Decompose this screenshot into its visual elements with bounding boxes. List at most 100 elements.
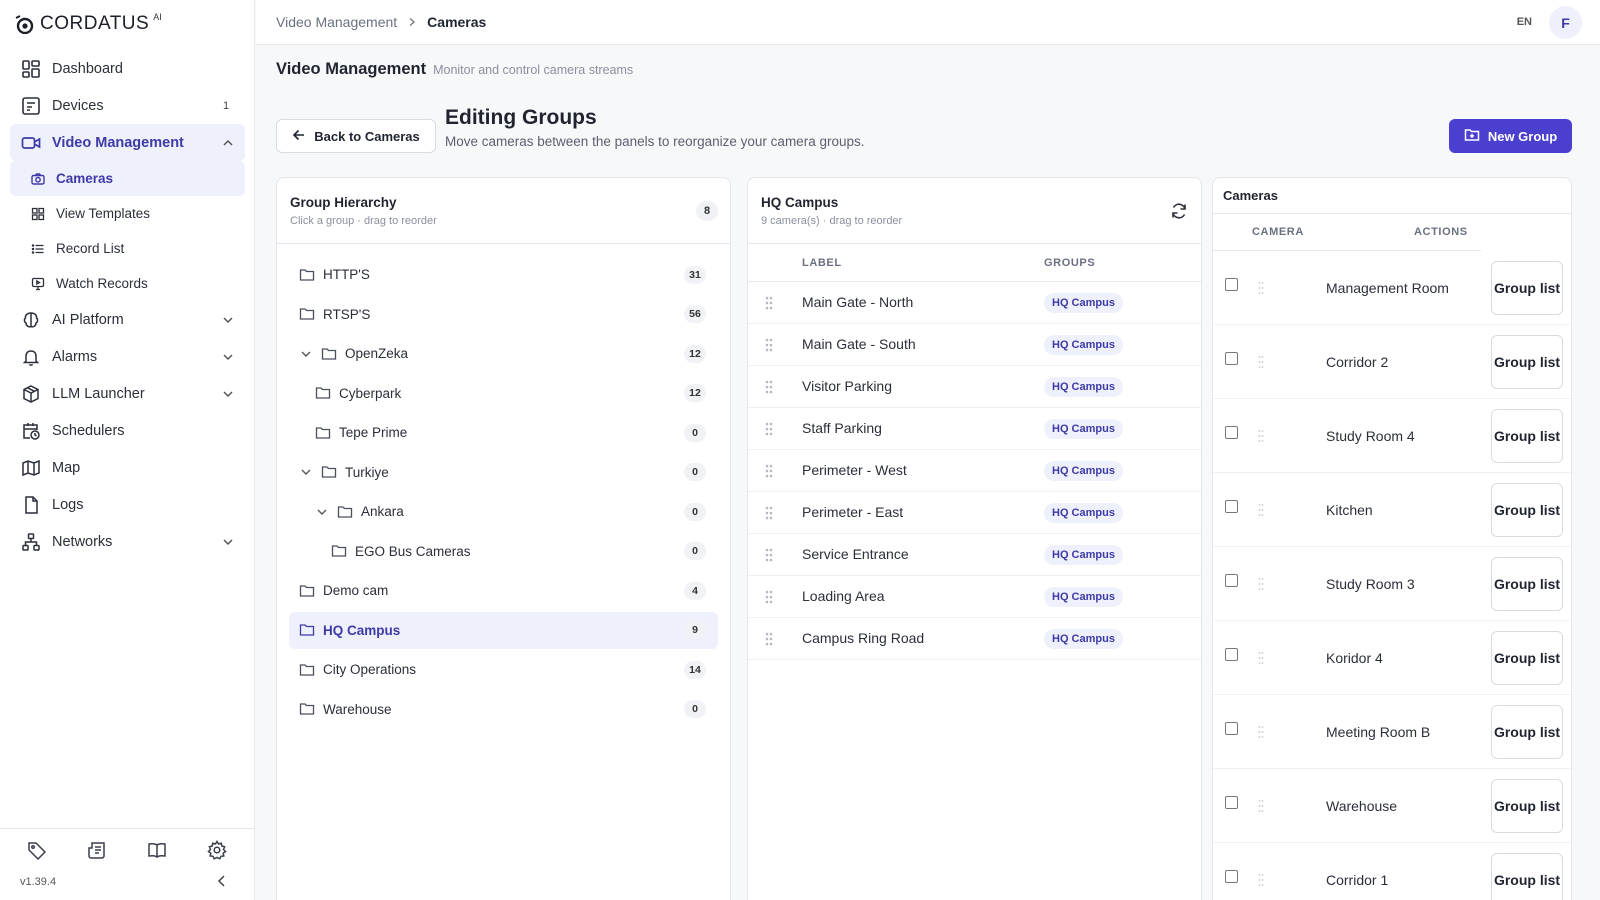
tree-node[interactable]: Cyberpark 12 xyxy=(289,375,718,412)
sidebar-subitem-watch-records[interactable]: Watch Records xyxy=(10,266,245,301)
row-checkbox[interactable] xyxy=(1225,648,1238,661)
row-checkbox[interactable] xyxy=(1225,722,1238,735)
chevron-down-icon[interactable] xyxy=(299,465,313,479)
table-row: Meeting Room B Group list xyxy=(1213,695,1571,769)
group-list-button[interactable]: Group list xyxy=(1491,853,1563,900)
gear-icon[interactable] xyxy=(206,839,228,861)
brand-logo[interactable]: CORDATUS AI xyxy=(14,12,162,36)
row-checkbox[interactable] xyxy=(1225,796,1238,809)
back-button-label: Back to Cameras xyxy=(314,128,420,144)
tree-node[interactable]: EGO Bus Cameras 0 xyxy=(289,533,718,570)
sidebar-item-llm-launcher[interactable]: LLM Launcher xyxy=(10,375,245,412)
sidebar-item-alarms[interactable]: Alarms xyxy=(10,338,245,375)
drag-handle-icon[interactable] xyxy=(1258,577,1264,591)
table-row[interactable]: Visitor Parking HQ Campus xyxy=(748,366,1201,408)
breadcrumb-video-management[interactable]: Video Management xyxy=(276,14,397,30)
column-header-label[interactable]: LABEL xyxy=(802,257,842,269)
sidebar-item-ai-platform[interactable]: AI Platform xyxy=(10,301,245,338)
drag-handle-icon[interactable] xyxy=(764,547,774,563)
group-list-button[interactable]: Group list xyxy=(1491,779,1563,833)
drag-handle-icon[interactable] xyxy=(1258,503,1264,517)
sidebar-item-devices[interactable]: Devices 1 xyxy=(10,87,245,124)
back-to-cameras-button[interactable]: Back to Cameras xyxy=(276,119,436,153)
tree-node[interactable]: City Operations 14 xyxy=(289,651,718,688)
drag-handle-icon[interactable] xyxy=(1258,799,1264,813)
row-checkbox[interactable] xyxy=(1225,352,1238,365)
book-icon[interactable] xyxy=(146,839,168,861)
tree-node[interactable]: HQ Campus 9 xyxy=(289,611,718,649)
tree-node[interactable]: Turkiye 0 xyxy=(289,454,718,491)
new-group-label: New Group xyxy=(1487,128,1558,144)
drag-handle-icon[interactable] xyxy=(1258,725,1264,739)
row-checkbox[interactable] xyxy=(1225,278,1238,291)
column-header-actions: ACTIONS xyxy=(1414,226,1468,238)
file-icon xyxy=(20,494,42,516)
drag-handle-icon[interactable] xyxy=(764,631,774,647)
drag-handle-icon[interactable] xyxy=(764,463,774,479)
drag-handle-icon[interactable] xyxy=(764,589,774,605)
group-list-button[interactable]: Group list xyxy=(1491,409,1563,463)
tree-node[interactable]: Warehouse 0 xyxy=(289,691,718,728)
sidebar-item-schedulers[interactable]: Schedulers xyxy=(10,412,245,449)
drag-handle-icon[interactable] xyxy=(764,421,774,437)
drag-handle-icon[interactable] xyxy=(1258,355,1264,369)
table-row[interactable]: Main Gate - South HQ Campus xyxy=(748,324,1201,366)
group-list-button[interactable]: Group list xyxy=(1491,483,1563,537)
logo-eye-icon xyxy=(15,15,34,34)
group-list-button[interactable]: Group list xyxy=(1491,557,1563,611)
sidebar-item-networks[interactable]: Networks xyxy=(10,523,245,560)
table-row[interactable]: Perimeter - West HQ Campus xyxy=(748,450,1201,492)
row-checkbox[interactable] xyxy=(1225,870,1238,883)
drag-handle-icon[interactable] xyxy=(1258,429,1264,443)
table-row[interactable]: Campus Ring Road HQ Campus xyxy=(748,618,1201,660)
table-row[interactable]: Staff Parking HQ Campus xyxy=(748,408,1201,450)
tree-node-label: Turkiye xyxy=(345,464,389,480)
sidebar-subitem-record-list[interactable]: Record List xyxy=(10,231,245,266)
chevron-down-icon[interactable] xyxy=(315,505,329,519)
selected-group-title: HQ Campus xyxy=(761,195,839,210)
column-header-camera[interactable]: CAMERA xyxy=(1252,226,1304,238)
tree-node[interactable]: Tepe Prime 0 xyxy=(289,414,718,451)
tree-node[interactable]: Ankara 0 xyxy=(289,493,718,530)
refresh-icon[interactable] xyxy=(1169,201,1189,221)
row-checkbox[interactable] xyxy=(1225,426,1238,439)
drag-handle-icon[interactable] xyxy=(764,379,774,395)
table-row[interactable]: Main Gate - North HQ Campus xyxy=(748,282,1201,324)
sidebar-subitem-view-templates[interactable]: View Templates xyxy=(10,196,245,231)
language-switch[interactable]: EN xyxy=(1517,16,1532,28)
row-checkbox[interactable] xyxy=(1225,500,1238,513)
drag-handle-icon[interactable] xyxy=(1258,873,1264,887)
drag-handle-icon[interactable] xyxy=(1258,281,1264,295)
tag-icon[interactable] xyxy=(26,839,48,861)
camera-name: Study Room 4 xyxy=(1326,428,1415,444)
selected-group-rows: Main Gate - North HQ Campus Main Gate - So… xyxy=(748,282,1201,660)
sidebar-item-logs[interactable]: Logs xyxy=(10,486,245,523)
sidebar-item-map[interactable]: Map xyxy=(10,449,245,486)
sidebar-item-dashboard[interactable]: Dashboard xyxy=(10,50,245,87)
collapse-sidebar-icon[interactable] xyxy=(215,874,229,888)
group-badge: HQ Campus xyxy=(1044,503,1123,523)
drag-handle-icon[interactable] xyxy=(764,295,774,311)
table-row[interactable]: Loading Area HQ Campus xyxy=(748,576,1201,618)
tree-node[interactable]: HTTP'S 31 xyxy=(289,256,718,293)
drag-handle-icon[interactable] xyxy=(1258,651,1264,665)
column-header-groups[interactable]: GROUPS xyxy=(1044,257,1095,269)
avatar[interactable]: F xyxy=(1549,6,1582,39)
tree-node[interactable]: Demo cam 4 xyxy=(289,572,718,609)
group-list-button[interactable]: Group list xyxy=(1491,335,1563,389)
new-group-button[interactable]: New Group xyxy=(1449,119,1572,153)
group-list-button[interactable]: Group list xyxy=(1491,261,1563,315)
chevron-down-icon[interactable] xyxy=(299,347,313,361)
tree-node[interactable]: RTSP'S 56 xyxy=(289,296,718,333)
row-checkbox[interactable] xyxy=(1225,574,1238,587)
drag-handle-icon[interactable] xyxy=(764,337,774,353)
table-row[interactable]: Perimeter - East HQ Campus xyxy=(748,492,1201,534)
sidebar-item-video-management[interactable]: Video Management xyxy=(10,124,245,161)
tree-node[interactable]: OpenZeka 12 xyxy=(289,335,718,372)
newspaper-icon[interactable] xyxy=(86,839,108,861)
drag-handle-icon[interactable] xyxy=(764,505,774,521)
sidebar-subitem-cameras[interactable]: Cameras xyxy=(10,161,245,196)
group-list-button[interactable]: Group list xyxy=(1491,705,1563,759)
group-list-button[interactable]: Group list xyxy=(1491,631,1563,685)
table-row[interactable]: Service Entrance HQ Campus xyxy=(748,534,1201,576)
